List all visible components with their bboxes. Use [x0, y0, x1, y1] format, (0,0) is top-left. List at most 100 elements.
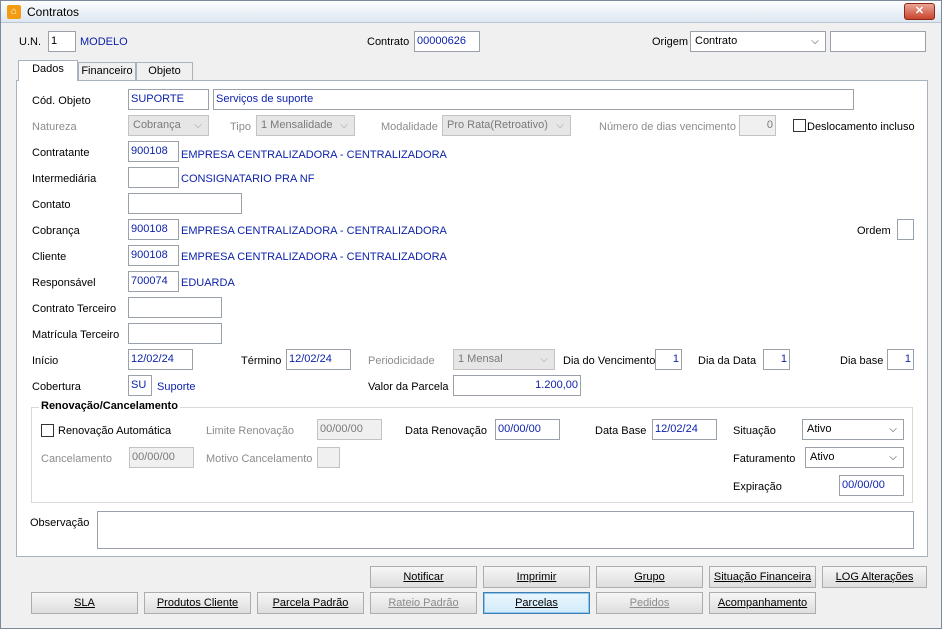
contratante-code[interactable]: 900108 — [128, 141, 179, 162]
contato-label: Contato — [32, 199, 71, 211]
cobertura-code[interactable]: SU — [128, 375, 152, 396]
periodicidade-select[interactable]: 1 Mensal ⌵ — [453, 349, 555, 370]
observacao-label: Observação — [30, 517, 90, 529]
responsavel-name: EDUARDA — [181, 277, 235, 289]
data-base-label: Data Base — [595, 425, 647, 437]
title-bar[interactable]: ⌂ Contratos ✕ — [1, 1, 941, 23]
intermediaria-code[interactable] — [128, 167, 179, 188]
notificar-button[interactable]: Notificar — [370, 566, 477, 588]
inicio-input[interactable]: 12/02/24 — [128, 349, 193, 370]
contrato-terceiro-input[interactable] — [128, 297, 222, 318]
data-renovacao-label: Data Renovação — [405, 425, 487, 437]
termino-input[interactable]: 12/02/24 — [286, 349, 351, 370]
cliente-name: EMPRESA CENTRALIZADORA - CENTRALIZADORA — [181, 251, 447, 263]
cancelamento-label: Cancelamento — [41, 453, 112, 465]
cobertura-label: Cobertura — [32, 381, 81, 393]
valor-parcela-input[interactable]: 1.200,00 — [453, 375, 581, 396]
deslocamento-label: Deslocamento incluso — [807, 121, 915, 133]
cliente-code[interactable]: 900108 — [128, 245, 179, 266]
chevron-down-icon: ⌵ — [889, 452, 897, 463]
pedidos-button[interactable]: Pedidos — [596, 592, 703, 614]
dias-vencimento-input[interactable]: 0 — [739, 115, 776, 136]
faturamento-value: Ativo — [810, 451, 835, 463]
contato-input[interactable] — [128, 193, 242, 214]
origem-select[interactable]: Contrato ⌵ — [690, 31, 826, 52]
cobranca-label: Cobrança — [32, 225, 80, 237]
matricula-terceiro-input[interactable] — [128, 323, 222, 344]
dia-base-input[interactable]: 1 — [887, 349, 914, 370]
situacao-select[interactable]: Ativo ⌵ — [802, 419, 904, 440]
periodicidade-label: Periodicidade — [368, 355, 435, 367]
dia-vencimento-input[interactable]: 1 — [655, 349, 682, 370]
dias-vencimento-label: Número de dias vencimento — [599, 121, 736, 133]
grupo-button[interactable]: Grupo — [596, 566, 703, 588]
matricula-terceiro-label: Matrícula Terceiro — [32, 329, 120, 341]
log-alteracoes-button[interactable]: LOG Alterações — [822, 566, 927, 588]
cod-objeto-input[interactable]: SUPORTE — [128, 89, 209, 110]
parcelas-button[interactable]: Parcelas — [483, 592, 590, 614]
dia-base-label: Dia base — [840, 355, 884, 367]
app-icon: ⌂ — [7, 5, 21, 19]
chevron-down-icon: ⌵ — [540, 354, 548, 365]
chevron-down-icon: ⌵ — [194, 120, 202, 131]
responsavel-code[interactable]: 700074 — [128, 271, 179, 292]
imprimir-button[interactable]: Imprimir — [483, 566, 590, 588]
faturamento-select[interactable]: Ativo ⌵ — [805, 447, 904, 468]
origem-label: Origem — [652, 36, 689, 48]
modalidade-select[interactable]: Pro Rata(Retroativo) ⌵ — [442, 115, 571, 136]
cobranca-name: EMPRESA CENTRALIZADORA - CENTRALIZADORA — [181, 225, 447, 237]
cliente-label: Cliente — [32, 251, 67, 263]
contratos-window: ⌂ Contratos ✕ U.N. 1 MODELO Contrato 000… — [0, 0, 942, 629]
natureza-select[interactable]: Cobrança ⌵ — [128, 115, 209, 136]
situacao-financeira-button[interactable]: Situação Financeira — [709, 566, 816, 588]
cod-objeto-label: Cód. Objeto — [32, 95, 91, 107]
rateio-padrao-button[interactable]: Rateio Padrão — [370, 592, 477, 614]
un-input[interactable]: 1 — [48, 31, 76, 52]
tab-dados[interactable]: Dados — [18, 60, 78, 81]
data-renovacao-input[interactable]: 00/00/00 — [495, 419, 560, 440]
parcela-padrao-button[interactable]: Parcela Padrão — [257, 592, 364, 614]
cancelamento-input[interactable]: 00/00/00 — [129, 447, 194, 468]
motivo-cancelamento-input[interactable] — [317, 447, 340, 468]
ordem-input[interactable] — [897, 219, 914, 240]
renovacao-automatica-label: Renovação Automática — [58, 425, 172, 437]
produtos-cliente-button[interactable]: Produtos Cliente — [144, 592, 251, 614]
chevron-down-icon: ⌵ — [811, 36, 819, 47]
expiracao-label: Expiração — [733, 481, 782, 493]
periodicidade-value: 1 Mensal — [458, 353, 503, 365]
tab-financeiro[interactable]: Financeiro — [78, 62, 136, 81]
intermediaria-label: Intermediária — [32, 173, 97, 185]
tipo-value: 1 Mensalidade — [261, 119, 333, 131]
cod-objeto-desc[interactable]: Serviços de suporte — [213, 89, 854, 110]
dia-vencimento-label: Dia do Vencimento — [563, 355, 656, 367]
close-button[interactable]: ✕ — [904, 3, 935, 20]
expiracao-input[interactable]: 00/00/00 — [839, 475, 904, 496]
modalidade-label: Modalidade — [381, 121, 438, 133]
tipo-label: Tipo — [230, 121, 251, 133]
acompanhamento-button[interactable]: Acompanhamento — [709, 592, 816, 614]
contrato-label: Contrato — [367, 36, 410, 48]
situacao-label: Situação — [733, 425, 776, 437]
situacao-value: Ativo — [807, 423, 832, 435]
dia-da-data-input[interactable]: 1 — [763, 349, 790, 370]
contratante-label: Contratante — [32, 147, 90, 159]
origem-extra-input[interactable] — [830, 31, 926, 52]
chevron-down-icon: ⌵ — [556, 120, 564, 131]
sla-button[interactable]: SLA — [31, 592, 138, 614]
natureza-value: Cobrança — [133, 119, 181, 131]
renovacao-automatica-checkbox[interactable] — [41, 424, 54, 437]
un-label: U.N. — [19, 36, 41, 48]
contrato-input[interactable]: 00000626 — [414, 31, 480, 52]
deslocamento-checkbox[interactable] — [793, 119, 806, 132]
data-base-input[interactable]: 12/02/24 — [652, 419, 717, 440]
tab-objeto[interactable]: Objeto — [136, 62, 193, 81]
cobranca-code[interactable]: 900108 — [128, 219, 179, 240]
tipo-select[interactable]: 1 Mensalidade ⌵ — [256, 115, 355, 136]
limite-renovacao-input[interactable]: 00/00/00 — [317, 419, 382, 440]
observacao-textarea[interactable] — [97, 511, 914, 549]
inicio-label: Início — [32, 355, 59, 367]
valor-parcela-label: Valor da Parcela — [368, 381, 449, 393]
natureza-label: Natureza — [32, 121, 77, 133]
faturamento-label: Faturamento — [733, 453, 796, 465]
contratante-name: EMPRESA CENTRALIZADORA - CENTRALIZADORA — [181, 149, 447, 161]
